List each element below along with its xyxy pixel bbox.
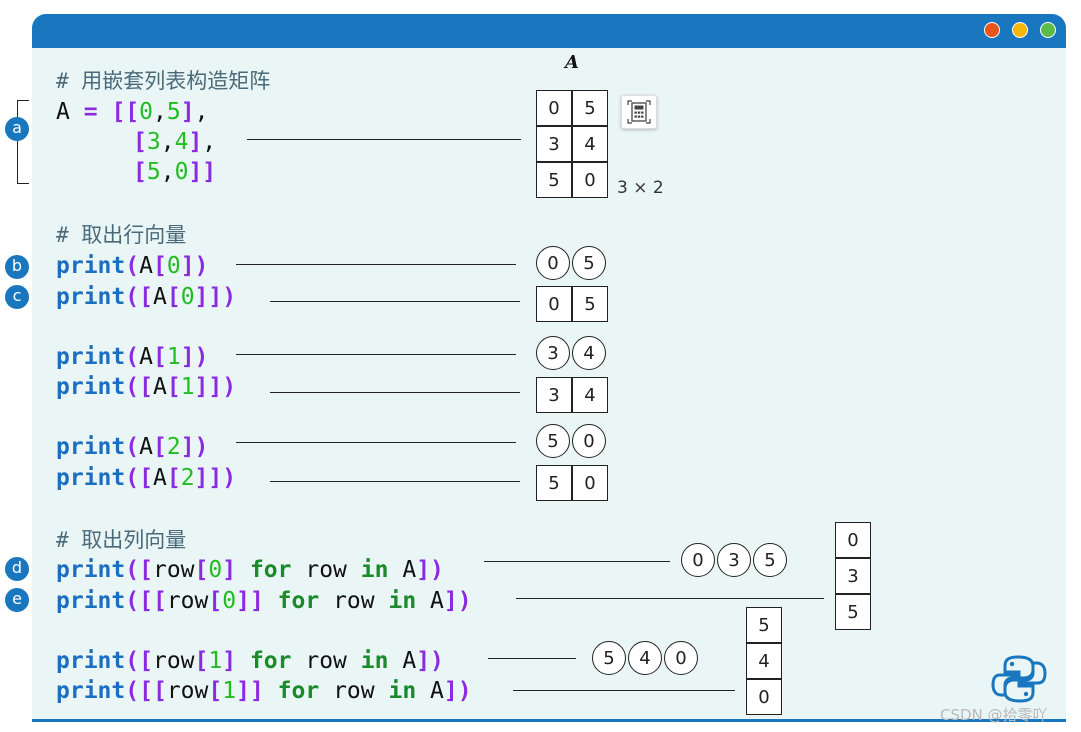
vector-element-0: 5: [536, 424, 570, 458]
vector-element-0: 0: [536, 246, 570, 280]
code-col1: print([row[1] for row in A]): [56, 648, 444, 674]
vector-element-2: 0: [664, 641, 698, 675]
title-bar: [32, 14, 1066, 48]
result-col1-vector: 540: [592, 641, 700, 675]
code-row0: print(A[0]): [56, 253, 209, 279]
badge-b: b: [5, 255, 29, 279]
vector-element-0: 5: [592, 641, 626, 675]
vector-element-1: 3: [717, 543, 751, 577]
vector-element-1: 5: [572, 246, 606, 280]
code-col0: print([row[0] for row in A]): [56, 557, 444, 583]
result-row1-matrix: 34: [536, 377, 608, 413]
calculator-icon[interactable]: [621, 95, 657, 129]
matrix-cell-2-1: 0: [572, 162, 608, 198]
connector-col1-2d: [513, 690, 735, 691]
code-line-a3: [5,0]]: [133, 159, 217, 185]
code-row1: print(A[1]): [56, 344, 209, 370]
matrix-cell-1-1: 4: [572, 126, 608, 162]
matrix-cell-2-0: 5: [536, 162, 572, 198]
code-row1-2d: print([A[1]]): [56, 374, 237, 400]
bracket-a: [17, 100, 29, 184]
matrix-cell-0: 5: [536, 465, 572, 501]
vector-element-0: 0: [681, 543, 715, 577]
matrix-cell-0: 5: [746, 607, 782, 643]
matrix-cell-1: 3: [835, 558, 871, 594]
python-logo-icon: [991, 654, 1047, 708]
vector-element-1: 4: [628, 641, 662, 675]
code-row2: print(A[2]): [56, 434, 209, 460]
matrix-cell-0: 3: [536, 377, 572, 413]
badge-e: e: [5, 588, 29, 612]
vector-element-1: 0: [572, 424, 606, 458]
close-dot[interactable]: [984, 22, 1000, 38]
minimize-dot[interactable]: [1012, 22, 1028, 38]
matrix-cell-1: 5: [572, 286, 608, 322]
connector-row1: [236, 354, 516, 355]
matrix-cell-1: 0: [572, 465, 608, 501]
matrix-cell-1: 4: [572, 377, 608, 413]
result-row0-vector: 05: [536, 246, 608, 280]
result-row2-vector: 50: [536, 424, 608, 458]
connector-b: [236, 264, 516, 265]
maximize-dot[interactable]: [1040, 22, 1056, 38]
vector-element-1: 4: [572, 336, 606, 370]
connector-row1-2d: [270, 392, 520, 393]
result-row0-matrix: 05: [536, 286, 608, 322]
code-line-a1: A = [[0,5],: [56, 99, 209, 125]
result-col0-matrix: 035: [835, 522, 871, 630]
comment-construct: # 用嵌套列表构造矩阵: [56, 69, 271, 93]
badge-a: a: [5, 117, 29, 141]
code-row2-2d: print([A[2]]): [56, 465, 237, 491]
matrix-a-grid: 053450: [536, 90, 608, 198]
code-col1-2d: print([[row[1]] for row in A]): [56, 678, 472, 704]
matrix-cell-2: 5: [835, 594, 871, 630]
connector-a: [247, 139, 521, 140]
result-row2-matrix: 50: [536, 465, 608, 501]
badge-c: c: [5, 285, 29, 309]
connector-row2: [236, 442, 516, 443]
connector-e: [516, 598, 824, 599]
connector-row2-2d: [270, 481, 520, 482]
matrix-cell-0: 0: [835, 522, 871, 558]
comment-rows: # 取出行向量: [56, 223, 187, 247]
connector-c: [270, 301, 520, 302]
result-col0-vector: 035: [681, 543, 789, 577]
matrix-cell-0-1: 5: [572, 90, 608, 126]
matrix-cell-0-0: 0: [536, 90, 572, 126]
matrix-shape-label: 3 × 2: [617, 178, 664, 198]
comment-cols: # 取出列向量: [56, 528, 187, 552]
code-row0-2d: print([A[0]]): [56, 284, 237, 310]
matrix-cell-1: 4: [746, 643, 782, 679]
bottom-border: [32, 719, 1066, 722]
result-row1-vector: 34: [536, 336, 608, 370]
code-col0-2d: print([[row[0]] for row in A]): [56, 588, 472, 614]
vector-element-0: 3: [536, 336, 570, 370]
connector-col1: [488, 658, 576, 659]
code-line-a2: [3,4],: [133, 129, 217, 155]
matrix-cell-2: 0: [746, 679, 782, 715]
matrix-cell-0: 0: [536, 286, 572, 322]
watermark: CSDN @拾零吖: [940, 706, 1048, 724]
vector-element-2: 5: [753, 543, 787, 577]
matrix-cell-1-0: 3: [536, 126, 572, 162]
matrix-title: A: [565, 52, 579, 73]
badge-d: d: [5, 557, 29, 581]
result-col1-matrix: 540: [746, 607, 782, 715]
connector-d: [484, 561, 670, 562]
